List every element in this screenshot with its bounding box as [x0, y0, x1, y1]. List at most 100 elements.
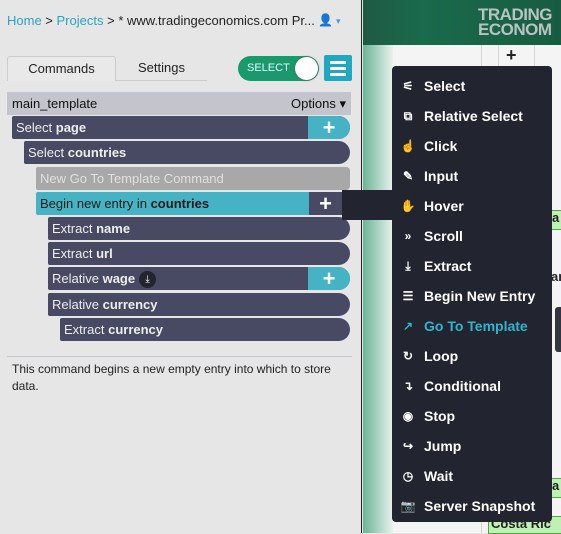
command-target: url [96, 246, 113, 261]
site-logo: TRADING ECONOM [478, 5, 552, 39]
command-select-page[interactable]: Select page + [12, 116, 350, 139]
add-command-menu: ⚟ Select ⧉ Relative Select ☝ Click ✎ Input ✋ Hove… [392, 66, 552, 522]
chevron-down-icon: ▾ [335, 16, 341, 26]
menu-item-input[interactable]: ✎ Input [392, 161, 552, 191]
command-verb: Select [16, 120, 53, 135]
select-toggle[interactable]: SELECT [238, 56, 319, 81]
menu-item-relative-select[interactable]: ⧉ Relative Select [392, 101, 552, 131]
add-command-button[interactable]: + [309, 192, 342, 215]
command-relative-currency[interactable]: Relative currency [48, 293, 350, 316]
menu-item-stop[interactable]: ◉ Stop [392, 401, 552, 431]
template-header: main_template Options ▾ [7, 92, 351, 115]
command-relative-wage[interactable]: Relative wage ⤓ + [48, 267, 350, 290]
command-verb: Relative [52, 271, 99, 286]
breadcrumb-current: * www.tradingeconomics.com Pr... [118, 13, 315, 28]
command-select-countries[interactable]: Select countries [24, 141, 350, 164]
command-extract-currency[interactable]: Extract currency [60, 318, 350, 341]
menu-item-label: Jump [424, 438, 462, 454]
menu-item-jump[interactable]: ↪ Jump [392, 431, 552, 461]
tab-settings[interactable]: Settings [116, 56, 207, 81]
relative-select-icon: ⧉ [403, 109, 413, 123]
menu-item-label: Stop [424, 408, 456, 424]
separator: > [103, 13, 119, 28]
magic-wand-icon: ⚟ [402, 79, 414, 93]
menu-item-label: Extract [424, 258, 472, 274]
jump-arrow-icon: ↪ [402, 439, 414, 453]
command-verb: Extract [52, 246, 93, 261]
menu-item-label: Select [424, 78, 466, 94]
download-icon: ⤓ [139, 271, 157, 289]
menu-item-extract[interactable]: ⤓ Extract [392, 251, 552, 281]
tab-commands[interactable]: Commands [7, 56, 116, 81]
command-verb: Extract [52, 221, 93, 236]
conditional-arrow-icon: ↴ [402, 379, 414, 393]
page-strip [363, 45, 393, 533]
command-target: currency [108, 322, 164, 337]
command-begin-new-entry[interactable]: Begin new entry in countries + [36, 192, 342, 215]
menu-item-label: Go To Template [424, 318, 528, 334]
pointer-hand-icon: ☝ [400, 139, 416, 153]
command-extract-name[interactable]: Extract name [48, 217, 350, 240]
loop-icon: ↻ [402, 349, 414, 363]
command-extract-url[interactable]: Extract url [48, 242, 350, 265]
menu-item-select[interactable]: ⚟ Select [392, 71, 552, 101]
tooltip-edge [555, 307, 561, 352]
menu-item-go-to-template[interactable]: ↗ Go To Template [392, 311, 552, 341]
breadcrumb-home[interactable]: Home [7, 13, 42, 28]
menu-item-loop[interactable]: ↻ Loop [392, 341, 552, 371]
command-target: page [55, 120, 87, 135]
user-icon: 👤 [318, 13, 333, 27]
menu-item-label: Begin New Entry [424, 288, 536, 304]
breadcrumb: Home > Projects > * www.tradingeconomics… [7, 13, 315, 28]
left-panel: Home > Projects > * www.tradingeconomics… [0, 0, 362, 533]
menu-item-label: Input [424, 168, 459, 184]
menu-item-label: Relative Select [424, 108, 523, 124]
command-target: countries [67, 145, 127, 160]
command-target: currency [102, 297, 158, 312]
menu-item-label: Scroll [424, 228, 463, 244]
options-dropdown[interactable]: Options ▾ [291, 92, 346, 115]
clock-icon: ◷ [402, 469, 414, 483]
stop-icon: ◉ [402, 409, 414, 423]
command-new-go-to-template[interactable]: New Go To Template Command [36, 167, 350, 190]
menu-item-hover[interactable]: ✋ Hover [392, 191, 552, 221]
command-verb: Relative [52, 297, 99, 312]
command-description: This command begins a new empty entry in… [12, 362, 331, 393]
camera-icon: 📷 [400, 499, 416, 513]
menu-item-label: Conditional [424, 378, 501, 394]
menu-item-label: Loop [424, 348, 459, 364]
menu-item-conditional[interactable]: ↴ Conditional [392, 371, 552, 401]
divider [7, 356, 352, 357]
menu-connector [342, 190, 394, 220]
menu-item-click[interactable]: ☝ Click [392, 131, 552, 161]
separator: > [41, 13, 57, 28]
external-link-icon: ↗ [402, 319, 414, 333]
toggle-label: SELECT [247, 62, 290, 74]
hamburger-menu-button[interactable] [324, 55, 352, 81]
command-target: name [96, 221, 131, 236]
add-command-button[interactable]: + [308, 116, 350, 139]
download-icon: ⤓ [405, 259, 411, 273]
template-name: main_template [12, 96, 98, 111]
menu-item-label: Server Snapshot [424, 498, 536, 514]
hand-icon: ✋ [400, 199, 416, 213]
menu-item-wait[interactable]: ◷ Wait [392, 461, 552, 491]
command-verb: Select [28, 145, 65, 160]
menu-item-server-snapshot[interactable]: 📷 Server Snapshot [392, 491, 552, 521]
add-icon[interactable]: + [506, 45, 517, 66]
pencil-icon: ✎ [402, 169, 414, 183]
menu-item-label: Wait [424, 468, 454, 484]
command-verb: Begin new entry in [40, 196, 147, 211]
menu-item-label: Click [424, 138, 458, 154]
command-target: countries [150, 196, 210, 211]
add-command-button[interactable]: + [308, 267, 350, 290]
breadcrumb-projects[interactable]: Projects [57, 13, 104, 28]
user-menu[interactable]: 👤 ▾ [318, 13, 340, 27]
site-header: TRADING ECONOM [363, 0, 561, 45]
command-target: wage [102, 271, 136, 286]
menu-item-begin-new-entry[interactable]: ☰ Begin New Entry [392, 281, 552, 311]
toggle-knob [295, 57, 318, 80]
menu-item-label: Hover [424, 198, 464, 214]
menu-item-scroll[interactable]: » Scroll [392, 221, 552, 251]
command-verb: New Go To Template Command [40, 171, 224, 186]
